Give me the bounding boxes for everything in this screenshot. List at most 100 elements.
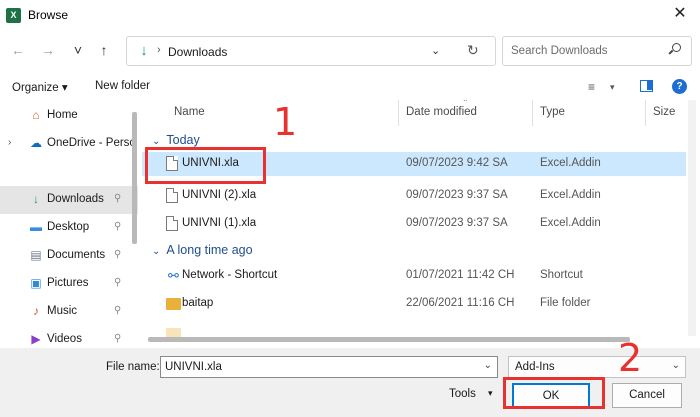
desktop-icon: ▬	[28, 220, 44, 235]
annotation-number-1: 1	[273, 100, 297, 144]
file-date: 22/06/2021 11:16 CH	[406, 297, 514, 309]
cloud-icon: ☁	[28, 136, 44, 151]
home-icon: ⌂	[28, 108, 44, 123]
sidebar-item-label: Downloads	[47, 193, 104, 205]
column-header-name[interactable]: Name	[174, 106, 205, 118]
pin-icon: ⚲	[114, 221, 121, 232]
navigation-pane: ⌂ Home › ☁ OneDrive - Perso ↓ Downloads …	[0, 100, 138, 348]
annotation-box-ok	[503, 377, 605, 409]
sidebar-item-music[interactable]: ♪ Music ⚲	[0, 298, 138, 326]
command-bar: Organize ▾ New folder ≡ ▾ ?	[0, 76, 700, 98]
close-button[interactable]: ✕	[660, 0, 700, 30]
column-header-size[interactable]: Size	[653, 106, 675, 118]
address-bar[interactable]: ↓ › Downloads ⌄ ↻	[126, 36, 496, 66]
download-icon: ↓	[136, 42, 152, 60]
excel-icon: X	[6, 8, 21, 23]
file-name: Network - Shortcut	[182, 269, 277, 281]
file-name: UNIVNI (1).xla	[182, 217, 256, 229]
horizontal-scrollbar[interactable]	[148, 337, 630, 342]
recent-locations-button[interactable]: ˅	[68, 40, 88, 60]
download-icon: ↓	[28, 192, 44, 207]
breadcrumb-downloads[interactable]: Downloads	[168, 45, 227, 59]
shortcut-icon: ⚯	[166, 268, 181, 283]
file-type: Excel.Addin	[540, 217, 601, 229]
view-options-icon[interactable]: ≡	[588, 80, 595, 94]
pin-icon: ⚲	[114, 277, 121, 288]
file-list: ⌃ Name Date modified Type Size ⌄Today UN…	[142, 100, 700, 348]
music-icon: ♪	[28, 304, 44, 319]
file-type: Excel.Addin	[540, 157, 601, 169]
refresh-icon[interactable]: ↻	[467, 42, 479, 59]
file-date: 01/07/2021 11:42 CH	[406, 269, 514, 281]
file-date: 09/07/2023 9:42 SA	[406, 157, 508, 169]
column-divider[interactable]	[398, 100, 399, 126]
column-header-date[interactable]: Date modified	[406, 106, 477, 118]
chevron-down-icon: ⌄	[152, 136, 160, 147]
back-button[interactable]: ←	[8, 40, 28, 60]
pin-icon: ⚲	[114, 193, 121, 204]
sidebar-item-downloads[interactable]: ↓ Downloads ⚲	[0, 186, 138, 214]
preview-pane-icon[interactable]	[640, 80, 653, 92]
file-row[interactable]: UNIVNI (1).xla 09/07/2023 9:37 SA Excel.…	[142, 212, 686, 236]
group-label: Today	[166, 133, 199, 147]
new-folder-button[interactable]: New folder	[95, 80, 150, 92]
navigation-bar: ← → ˅ ↑ ↓ › Downloads ⌄ ↻ Search Downloa…	[0, 30, 700, 72]
file-date: 09/07/2023 9:37 SA	[406, 217, 508, 229]
forward-button[interactable]: →	[38, 40, 58, 60]
document-icon	[166, 188, 178, 203]
chevron-down-icon: ⌄	[152, 246, 160, 257]
breadcrumb-separator: ›	[157, 44, 161, 56]
sidebar-item-label: Documents	[47, 249, 105, 261]
search-icon	[669, 43, 681, 55]
file-type: Shortcut	[540, 269, 583, 281]
sidebar-item-home[interactable]: ⌂ Home	[0, 102, 138, 130]
column-header-type[interactable]: Type	[540, 106, 565, 118]
file-name-label: File name:	[106, 361, 160, 373]
file-list-scrollbar[interactable]	[688, 100, 696, 336]
annotation-box-file	[145, 147, 266, 184]
help-icon[interactable]: ?	[672, 79, 687, 94]
file-row[interactable]: baitap 22/06/2021 11:16 CH File folder	[142, 292, 686, 316]
organize-button[interactable]: Organize ▾	[12, 80, 68, 94]
group-label: A long time ago	[166, 243, 252, 257]
file-type-select[interactable]: Add-Ins ⌄	[508, 356, 686, 378]
file-name-value: UNIVNI.xla	[165, 361, 222, 373]
tools-button[interactable]: Tools	[449, 388, 476, 400]
pictures-icon: ▣	[28, 276, 44, 291]
view-dropdown-icon[interactable]: ▾	[610, 82, 615, 93]
sidebar-item-pictures[interactable]: ▣ Pictures ⚲	[0, 270, 138, 298]
pin-icon: ⚲	[114, 305, 121, 316]
file-row[interactable]: ⚯ Network - Shortcut 01/07/2021 11:42 CH…	[142, 264, 686, 288]
file-row-partial[interactable]	[142, 322, 686, 346]
documents-icon: ▤	[28, 248, 44, 263]
file-row[interactable]: UNIVNI (2).xla 09/07/2023 9:37 SA Excel.…	[142, 184, 686, 208]
sidebar-item-label: OneDrive - Perso	[47, 137, 136, 149]
annotation-number-2: 2	[618, 336, 642, 380]
title-bar: X Browse ✕	[0, 0, 700, 30]
chevron-down-icon[interactable]: ⌄	[431, 44, 440, 57]
pin-icon: ⚲	[114, 249, 121, 260]
expand-icon[interactable]: ›	[8, 137, 11, 148]
tools-dropdown-icon[interactable]: ▾	[488, 388, 493, 399]
sidebar-item-label: Desktop	[47, 221, 89, 233]
sidebar-item-videos[interactable]: ▶ Videos ⚲	[0, 326, 138, 348]
sidebar-scrollbar[interactable]	[132, 112, 137, 244]
file-date: 09/07/2023 9:37 SA	[406, 189, 508, 201]
sidebar-item-onedrive[interactable]: › ☁ OneDrive - Perso	[0, 130, 138, 158]
file-name-field[interactable]: UNIVNI.xla ⌄	[160, 356, 498, 378]
chevron-down-icon[interactable]: ⌄	[484, 360, 492, 371]
sidebar-item-label: Music	[47, 305, 77, 317]
group-header-long-ago[interactable]: ⌄ A long time ago	[152, 243, 253, 257]
column-divider[interactable]	[645, 100, 646, 126]
up-button[interactable]: ↑	[94, 40, 114, 60]
document-icon	[166, 216, 178, 231]
search-input[interactable]: Search Downloads	[502, 36, 692, 66]
file-type: File folder	[540, 297, 591, 309]
column-divider[interactable]	[532, 100, 533, 126]
sidebar-item-documents[interactable]: ▤ Documents ⚲	[0, 242, 138, 270]
sidebar-item-desktop[interactable]: ▬ Desktop ⚲	[0, 214, 138, 242]
cancel-button[interactable]: Cancel	[612, 383, 682, 408]
chevron-down-icon: ⌄	[672, 360, 680, 371]
file-type-value: Add-Ins	[515, 361, 555, 373]
group-header-today[interactable]: ⌄ Today	[152, 133, 200, 147]
